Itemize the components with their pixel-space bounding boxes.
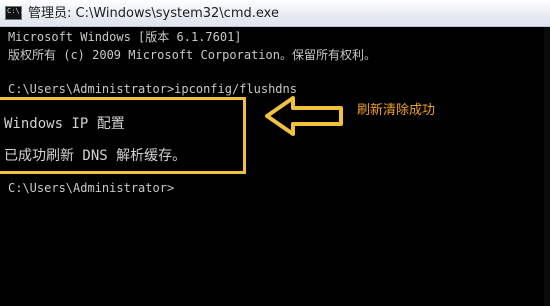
- console-line-copyright: 版权所有 (c) 2009 Microsoft Corporation。保留所有…: [8, 48, 376, 62]
- cmd-window: C:\. 管理员: C:\Windows\system32\cmd.exe Mi…: [0, 0, 550, 306]
- scrollbar[interactable]: [544, 27, 550, 306]
- cmd-icon: C:\.: [5, 6, 24, 20]
- annotation-text: 刷新清除成功: [357, 103, 436, 118]
- console-output[interactable]: Microsoft Windows [版本 6.1.7601] 版权所有 (c)…: [0, 27, 550, 306]
- window-title: 管理员: C:\Windows\system32\cmd.exe: [28, 6, 279, 21]
- console-line-prompt: C:\Users\Administrator>: [8, 181, 175, 195]
- console-line-command: C:\Users\Administrator>ipconfig/flushdns: [8, 82, 297, 96]
- console-line-version: Microsoft Windows [版本 6.1.7601]: [8, 30, 242, 44]
- console-line-flush-result: 已成功刷新 DNS 解析缓存。: [4, 148, 187, 164]
- console-line-ip-config: Windows IP 配置: [4, 116, 125, 132]
- left-arrow-icon: [265, 96, 343, 136]
- cmd-icon-label: C:\.: [7, 7, 24, 15]
- title-bar[interactable]: C:\. 管理员: C:\Windows\system32\cmd.exe: [0, 0, 550, 27]
